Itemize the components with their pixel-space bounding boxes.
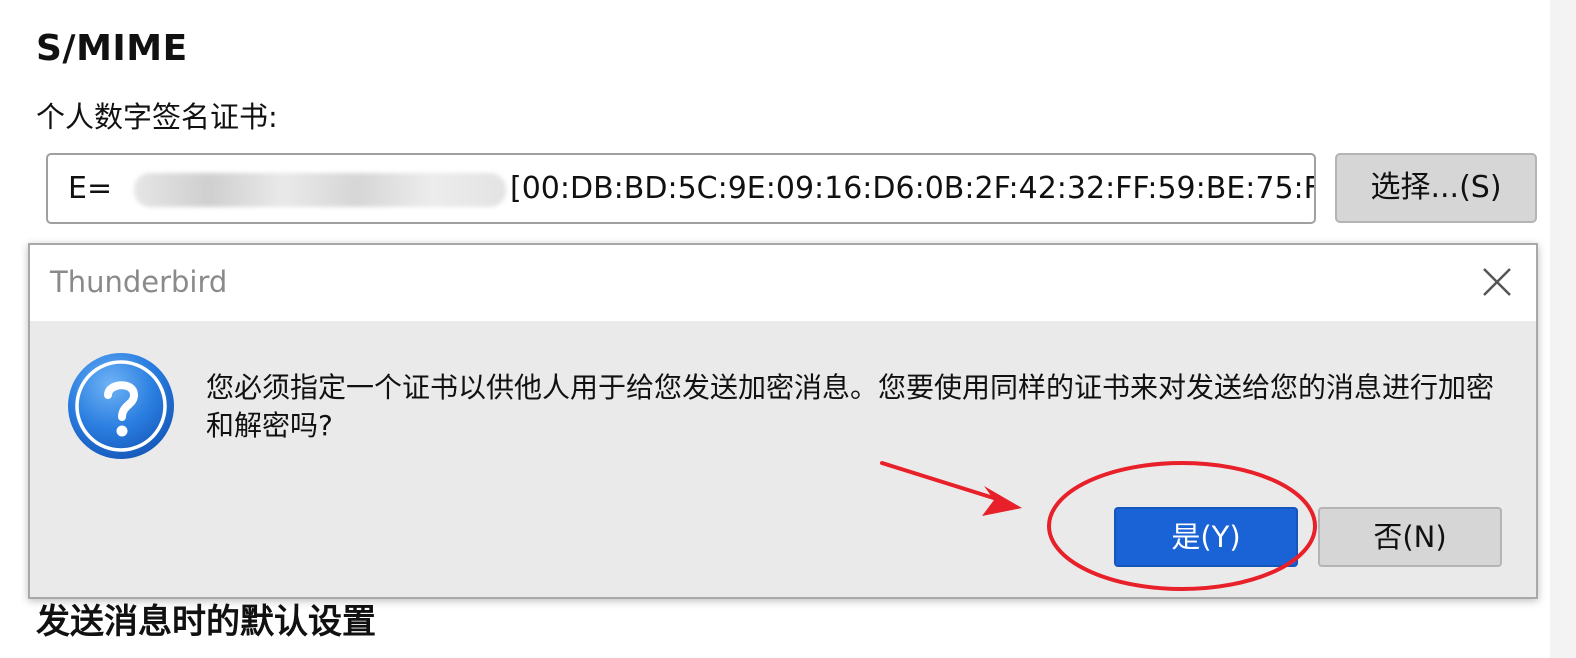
scrollbar-track[interactable] bbox=[1550, 0, 1576, 658]
signing-cert-field[interactable]: E= [00:DB:BD:5C:9E:09:16:D6:0B:2F:42:32:F… bbox=[46, 153, 1316, 224]
no-button[interactable]: 否(N) bbox=[1318, 507, 1502, 567]
redacted-email bbox=[134, 173, 506, 207]
close-icon[interactable] bbox=[1480, 265, 1514, 299]
select-cert-button[interactable]: 选择...(S) bbox=[1335, 153, 1537, 223]
account-settings-page: S/MIME 个人数字签名证书: E= [00:DB:BD:5C:9E:09:16… bbox=[0, 0, 1576, 658]
cert-fingerprint: [00:DB:BD:5C:9E:09:16:D6:0B:2F:42:32:FF:… bbox=[510, 171, 1316, 206]
smime-section-title: S/MIME bbox=[36, 28, 188, 69]
confirm-dialog: Thunderbird 您必须指定一个证书以供他人用于给您发送加密消息。您要使用… bbox=[28, 243, 1538, 599]
signing-cert-label: 个人数字签名证书: bbox=[36, 100, 278, 134]
question-icon bbox=[68, 353, 174, 459]
send-defaults-section-title: 发送消息时的默认设置 bbox=[36, 602, 376, 642]
cert-prefix: E= bbox=[68, 171, 113, 206]
dialog-titlebar: Thunderbird bbox=[30, 245, 1536, 321]
yes-button[interactable]: 是(Y) bbox=[1114, 507, 1298, 567]
dialog-message: 您必须指定一个证书以供他人用于给您发送加密消息。您要使用同样的证书来对发送给您的… bbox=[206, 371, 1495, 442]
dialog-title: Thunderbird bbox=[50, 265, 228, 299]
cert-prefix-area: E= bbox=[68, 155, 510, 222]
